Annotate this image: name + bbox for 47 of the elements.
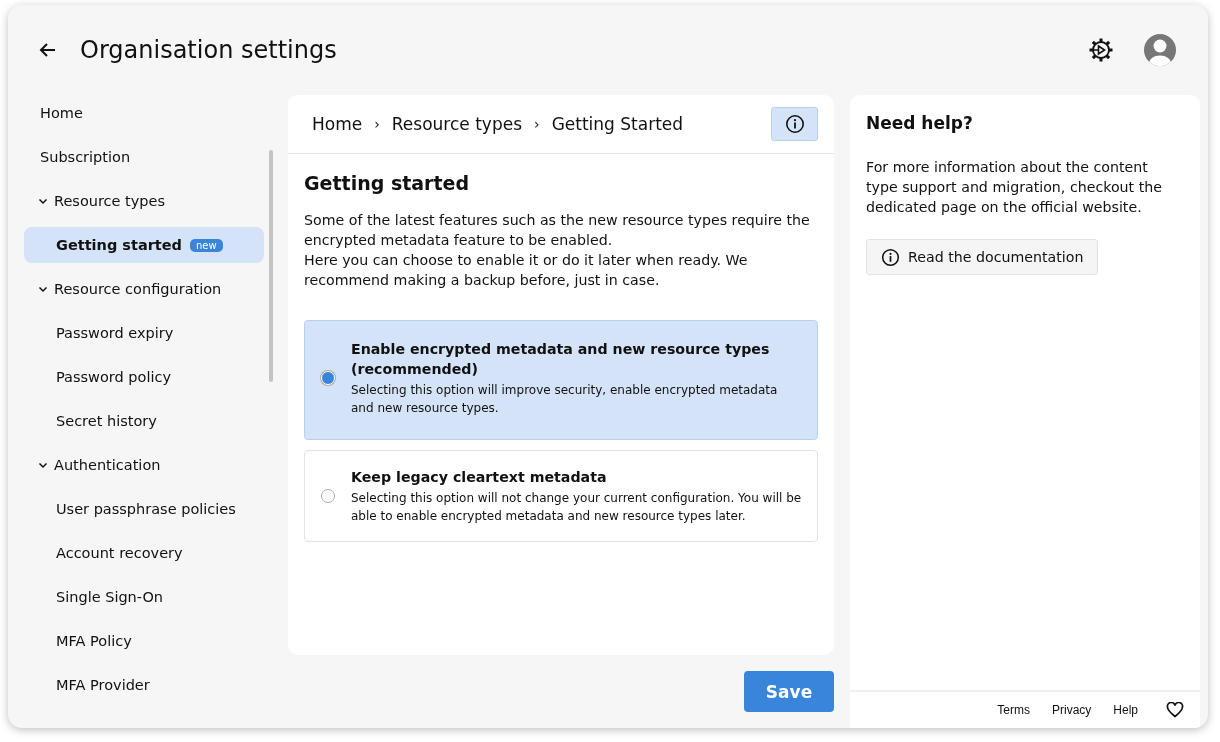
description-text: Some of the latest features such as the new resource types require the encrypted metadata feature to be enabled. xyxy=(304,211,811,250)
heart-icon[interactable] xyxy=(1166,702,1184,718)
sidebar-item[interactable]: User passphrase policies xyxy=(24,491,264,527)
sidebar-item[interactable]: Account recovery xyxy=(24,535,264,571)
page-title: Organisation settings xyxy=(80,36,338,64)
option-title: Enable encrypted metadata and new resource types (recommended) xyxy=(351,340,771,379)
description-text: Here you can choose to enable it or do it later when ready. We recommend making a backup before, just in case. xyxy=(304,251,749,290)
radio-button[interactable] xyxy=(321,489,335,503)
chevron-icon xyxy=(38,196,48,206)
chevron-icon xyxy=(38,284,48,294)
sidebar-item[interactable]: Secret history xyxy=(24,403,264,439)
chevron-icon xyxy=(38,460,48,470)
footer-link[interactable]: Help xyxy=(1113,703,1138,717)
option-title: Keep legacy cleartext metadata xyxy=(351,468,608,487)
section-title: Getting started xyxy=(304,172,471,194)
sidebar-item[interactable]: Authentication xyxy=(24,447,264,483)
documentation-button[interactable]: Read the documentation xyxy=(866,239,1099,275)
sidebar-item[interactable]: Subscription xyxy=(24,139,264,175)
breadcrumb-link[interactable]: Home xyxy=(312,114,363,134)
breadcrumb-separator: › xyxy=(534,116,540,132)
info-icon xyxy=(784,114,805,134)
sidebar-item[interactable]: Resource configuration xyxy=(24,271,264,307)
breadcrumb-link[interactable]: Resource types xyxy=(391,114,522,134)
footer-link[interactable]: Privacy xyxy=(1051,703,1092,717)
sidebar-item[interactable]: Password expiry xyxy=(24,315,264,351)
save-button[interactable]: Save xyxy=(744,671,834,712)
radio-option[interactable]: Keep legacy cleartext metadata Selecting this option will not change your current configuration. You will be able to enable encrypted metadata and new resource types later. xyxy=(304,450,818,542)
sidebar-item[interactable]: Home xyxy=(24,95,264,131)
sidebar-item[interactable]: Single Sign-On xyxy=(24,579,264,615)
sidebar-item[interactable]: Password policy xyxy=(24,359,264,395)
scrollbar[interactable] xyxy=(269,150,273,382)
sidebar-item[interactable]: MFA Provider xyxy=(24,667,264,703)
breadcrumb-separator: › xyxy=(374,116,380,132)
sidebar-item[interactable]: Getting started new xyxy=(24,227,264,263)
help-text: For more information about the content type support and migration, checkout the dedicated page on the official website. xyxy=(866,158,1163,217)
settings-icon[interactable] xyxy=(1088,37,1114,63)
avatar-icon[interactable] xyxy=(1144,34,1176,66)
footer-link[interactable]: Terms xyxy=(997,703,1030,717)
breadcrumb-link[interactable]: Getting Started xyxy=(551,114,684,134)
option-description: Selecting this option will not change your current configuration. You will be able to enable encrypted metadata and new resource types later. xyxy=(351,490,803,525)
sidebar-item[interactable]: Resource types xyxy=(24,183,264,219)
radio-option[interactable]: Enable encrypted metadata and new resource types (recommended) Selecting this option will improve security, enable encrypted metadata and new resource types. xyxy=(304,320,818,440)
option-description: Selecting this option will improve security, enable encrypted metadata and new resource types. xyxy=(351,382,779,417)
sidebar-item[interactable]: MFA Policy xyxy=(24,623,264,659)
info-icon xyxy=(881,247,900,267)
info-button[interactable] xyxy=(771,107,818,141)
help-title: Need help? xyxy=(866,113,974,133)
